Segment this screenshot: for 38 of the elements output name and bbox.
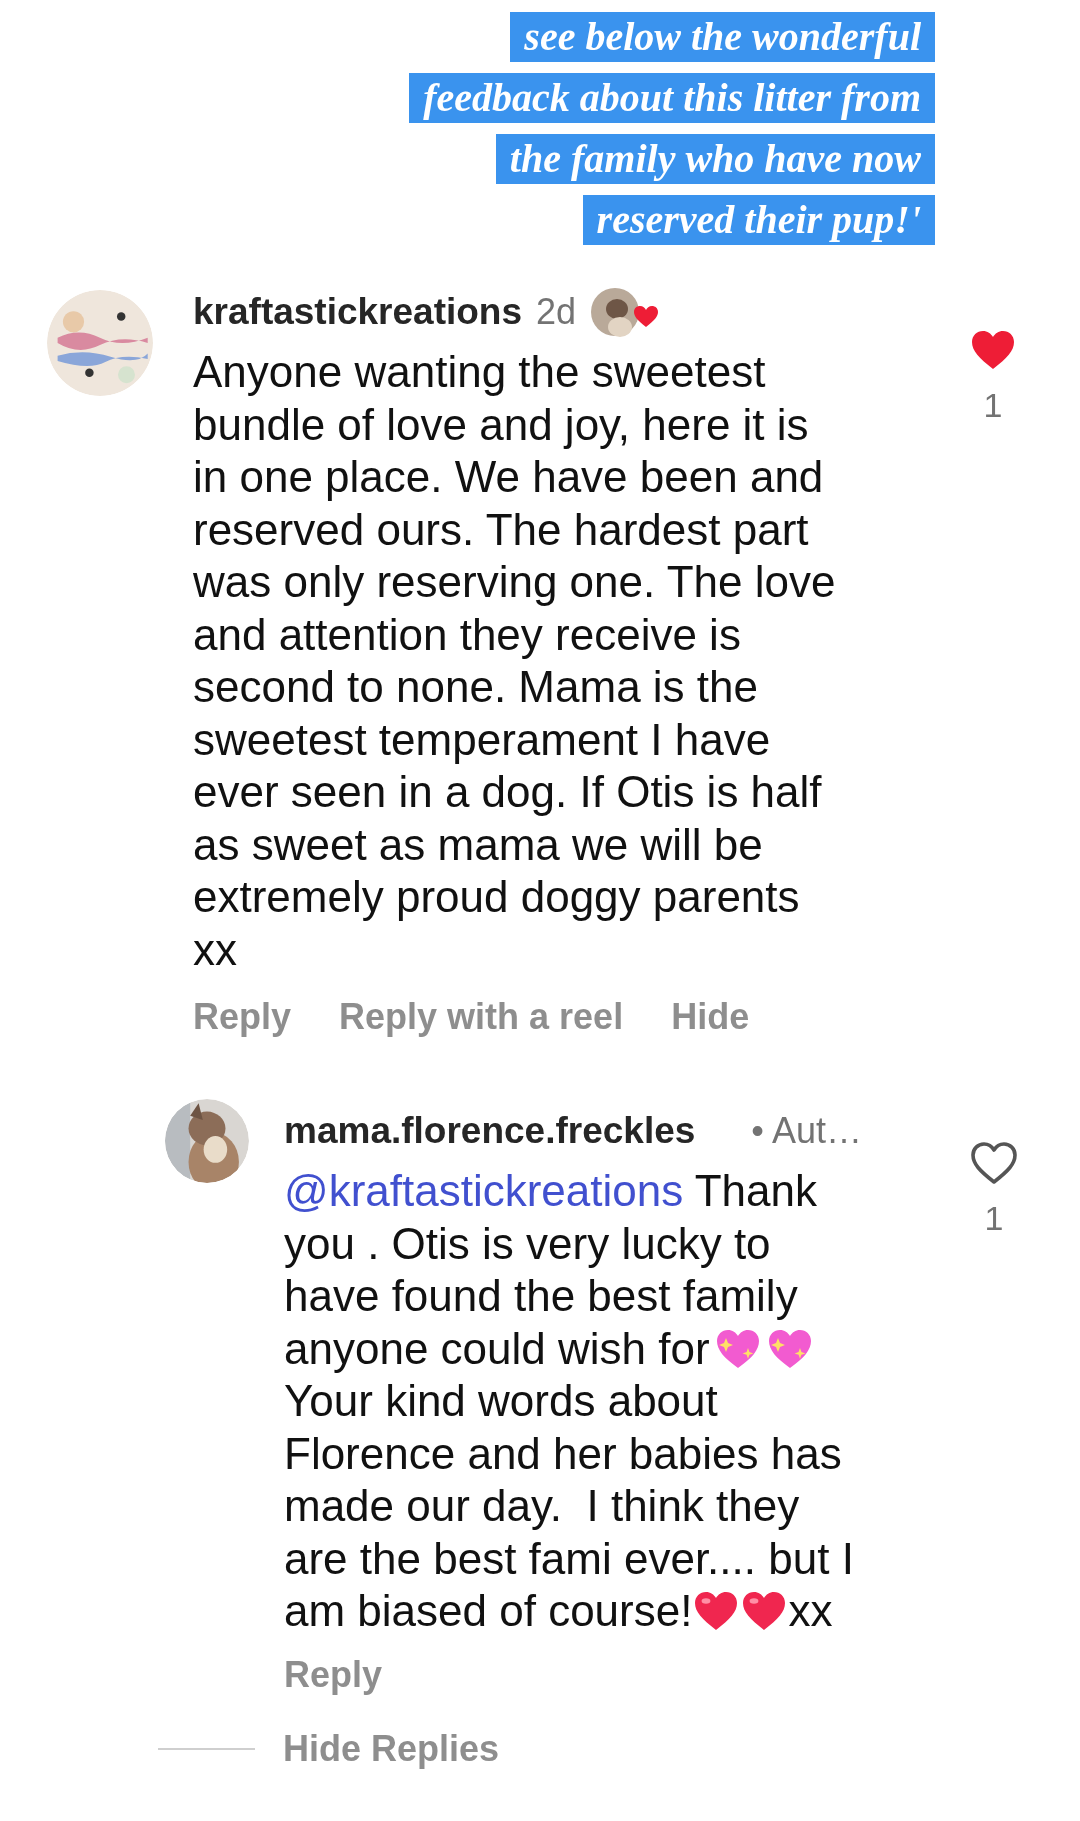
comment-text: Your kind words about bbox=[284, 1375, 718, 1428]
comment-text: second to none. Mama is the bbox=[193, 661, 758, 713]
comment-text: have found the best family bbox=[284, 1270, 798, 1323]
caption-text: see below the wonderful bbox=[510, 12, 935, 62]
hide-replies-button[interactable]: Hide Replies bbox=[283, 1721, 500, 1776]
comment-text: sweetest temperament I have bbox=[193, 713, 771, 766]
author-label: • Aut… bbox=[751, 1109, 862, 1153]
reply-action[interactable]: Reply with a reel bbox=[339, 990, 624, 1044]
comment-text: in one place. We have been and bbox=[193, 451, 824, 503]
username[interactable]: mama.florence.freckles bbox=[284, 1103, 696, 1159]
like-count: 1 bbox=[984, 1198, 1004, 1239]
reply-action[interactable]: Reply bbox=[193, 990, 292, 1044]
comment-text: are the best fami ever.... but I bbox=[284, 1532, 854, 1585]
username[interactable]: kraftastickreations bbox=[193, 284, 523, 340]
comment-text: as sweet as mama we will be bbox=[193, 818, 763, 871]
reply-action[interactable]: Reply bbox=[284, 1647, 383, 1702]
comment-text: bundle of love and joy, here it is bbox=[193, 398, 809, 451]
caption-text: the family who have now bbox=[495, 134, 935, 184]
caption-text: reserved their pup!' bbox=[582, 195, 935, 245]
comment-text: extremely proud doggy parents bbox=[193, 871, 800, 923]
like-icon[interactable] bbox=[970, 1141, 1018, 1185]
reply-action[interactable]: Hide bbox=[671, 990, 750, 1044]
like-count: 1 bbox=[983, 385, 1003, 426]
comment-text: and attention they receive is bbox=[193, 608, 741, 661]
comment-text: made our day. I think they bbox=[284, 1480, 800, 1533]
like-icon[interactable] bbox=[969, 328, 1017, 372]
comment-text: Anyone wanting the sweetest bbox=[193, 346, 766, 398]
comment-text: Thank bbox=[693, 1165, 817, 1218]
comment-text: xx bbox=[193, 923, 237, 976]
comment-text: anyone could wish for bbox=[284, 1322, 710, 1375]
comment-text: ever seen in a dog. If Otis is half bbox=[193, 766, 822, 818]
comment-time: 2d bbox=[536, 290, 577, 334]
comment-text: am biased of course! bbox=[284, 1585, 693, 1638]
comment-text: was only reserving one. The love bbox=[193, 556, 836, 608]
caption-text: feedback about this litter from bbox=[409, 73, 935, 123]
comment-text: Florence and her babies has bbox=[284, 1427, 842, 1480]
comment-text: xx bbox=[788, 1585, 833, 1638]
comment-text: reserved ours. The hardest part bbox=[193, 503, 809, 556]
